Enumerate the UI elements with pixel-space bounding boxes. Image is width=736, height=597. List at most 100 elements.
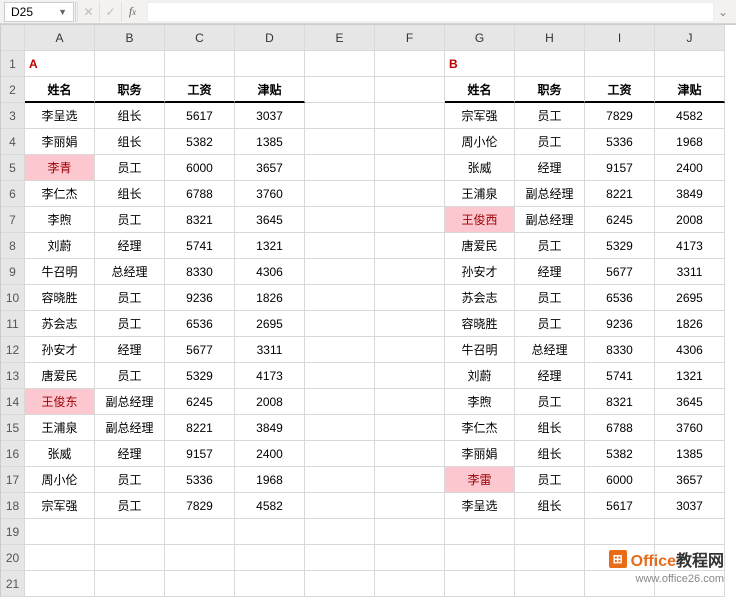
tableB-cell[interactable]: 4582 [655, 103, 725, 129]
tableB-cell[interactable]: 3645 [655, 389, 725, 415]
tableA-cell[interactable]: 李呈选 [25, 103, 95, 129]
tableB-cell[interactable]: 宗军强 [445, 103, 515, 129]
tableA-cell[interactable]: 苏会志 [25, 311, 95, 337]
cell[interactable] [375, 389, 445, 415]
cell[interactable] [305, 207, 375, 233]
tableA-cell[interactable]: 2400 [235, 441, 305, 467]
tableB-cell[interactable]: 2008 [655, 207, 725, 233]
cell[interactable] [95, 571, 165, 597]
tableB-cell[interactable]: 副总经理 [515, 181, 585, 207]
cell[interactable] [375, 311, 445, 337]
row-header-10[interactable]: 10 [1, 285, 25, 311]
cell[interactable] [305, 259, 375, 285]
tableB-cell[interactable]: 张威 [445, 155, 515, 181]
tableA-cell[interactable]: 孙安才 [25, 337, 95, 363]
tableA-cell[interactable]: 8330 [165, 259, 235, 285]
tableA-cell[interactable]: 组长 [95, 103, 165, 129]
tableA-cell[interactable]: 5677 [165, 337, 235, 363]
cell[interactable] [585, 571, 655, 597]
tableB-cell[interactable]: 1385 [655, 441, 725, 467]
cell[interactable] [375, 207, 445, 233]
tableB-cell[interactable]: 5336 [585, 129, 655, 155]
tableA-cell[interactable]: 1385 [235, 129, 305, 155]
tableA-cell[interactable]: 5329 [165, 363, 235, 389]
cell[interactable] [375, 571, 445, 597]
row-header-19[interactable]: 19 [1, 519, 25, 545]
cell[interactable] [375, 103, 445, 129]
fx-icon[interactable]: fx [121, 2, 143, 22]
column-header-H[interactable]: H [515, 25, 585, 51]
tableB-cell[interactable]: 李呈选 [445, 493, 515, 519]
tableA-cell[interactable]: 5741 [165, 233, 235, 259]
tableA-cell[interactable]: 宗军强 [25, 493, 95, 519]
cell[interactable] [305, 285, 375, 311]
tableB-cell[interactable]: 5677 [585, 259, 655, 285]
row-header-5[interactable]: 5 [1, 155, 25, 181]
tableA-cell[interactable]: 员工 [95, 363, 165, 389]
tableB-cell[interactable]: 8221 [585, 181, 655, 207]
tableB-cell[interactable]: 6245 [585, 207, 655, 233]
tableB-cell[interactable]: 2695 [655, 285, 725, 311]
tableB-cell[interactable]: 组长 [515, 441, 585, 467]
tableB-cell[interactable]: 4306 [655, 337, 725, 363]
tableB-cell[interactable]: 经理 [515, 155, 585, 181]
tableA-cell[interactable]: 张威 [25, 441, 95, 467]
tableB-cell[interactable]: 6788 [585, 415, 655, 441]
cell[interactable] [655, 545, 725, 571]
tableB-cell[interactable]: 5741 [585, 363, 655, 389]
tableA-cell[interactable]: 员工 [95, 493, 165, 519]
tableB-cell[interactable]: 王俊西 [445, 207, 515, 233]
tableB-cell[interactable]: 5382 [585, 441, 655, 467]
cell[interactable] [305, 337, 375, 363]
cell[interactable] [515, 545, 585, 571]
cell[interactable] [305, 441, 375, 467]
tableB-cell[interactable]: 总经理 [515, 337, 585, 363]
tableB-cell[interactable]: 员工 [515, 285, 585, 311]
tableA-cell[interactable]: 4582 [235, 493, 305, 519]
row-header-21[interactable]: 21 [1, 571, 25, 597]
tableA-cell[interactable]: 员工 [95, 311, 165, 337]
marker-a[interactable]: A [25, 51, 95, 77]
row-header-11[interactable]: 11 [1, 311, 25, 337]
row-header-16[interactable]: 16 [1, 441, 25, 467]
tableB-cell[interactable]: 唐爱民 [445, 233, 515, 259]
tableA-cell[interactable]: 组长 [95, 181, 165, 207]
cell[interactable] [585, 545, 655, 571]
cell[interactable] [25, 519, 95, 545]
tableA-cell[interactable]: 2008 [235, 389, 305, 415]
column-header-I[interactable]: I [585, 25, 655, 51]
tableB-cell[interactable]: 李丽娟 [445, 441, 515, 467]
cell[interactable] [305, 311, 375, 337]
tableB-cell[interactable]: 4173 [655, 233, 725, 259]
tableA-cell[interactable]: 6245 [165, 389, 235, 415]
tableA-cell[interactable]: 组长 [95, 129, 165, 155]
cell[interactable] [445, 519, 515, 545]
cell[interactable] [655, 51, 725, 77]
tableB-cell[interactable]: 8321 [585, 389, 655, 415]
cell[interactable] [305, 415, 375, 441]
tableB-cell[interactable]: 周小伦 [445, 129, 515, 155]
cell[interactable] [375, 467, 445, 493]
tableA-cell[interactable]: 5336 [165, 467, 235, 493]
cell[interactable] [375, 441, 445, 467]
cell[interactable] [95, 519, 165, 545]
cell[interactable] [655, 519, 725, 545]
cell[interactable] [25, 571, 95, 597]
cell[interactable] [375, 493, 445, 519]
column-header-J[interactable]: J [655, 25, 725, 51]
tableB-cell[interactable]: 3311 [655, 259, 725, 285]
row-header-15[interactable]: 15 [1, 415, 25, 441]
row-header-18[interactable]: 18 [1, 493, 25, 519]
tableA-cell[interactable]: 经理 [95, 233, 165, 259]
cell[interactable] [375, 77, 445, 103]
tableA-header[interactable]: 工资 [165, 77, 235, 103]
row-header-4[interactable]: 4 [1, 129, 25, 155]
tableA-cell[interactable]: 唐爱民 [25, 363, 95, 389]
tableA-cell[interactable]: 9157 [165, 441, 235, 467]
cell[interactable] [305, 363, 375, 389]
cell[interactable] [655, 571, 725, 597]
column-header-G[interactable]: G [445, 25, 515, 51]
tableA-cell[interactable]: 员工 [95, 207, 165, 233]
cell[interactable] [305, 467, 375, 493]
cell[interactable] [515, 571, 585, 597]
